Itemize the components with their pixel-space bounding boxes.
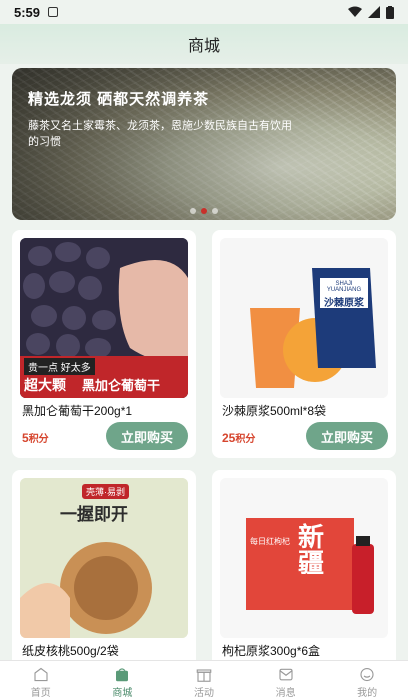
image-big-text: 超大颗 [24,375,66,395]
juice-image [220,238,388,398]
product-card[interactable]: 贵一点 好太多 超大颗 黑加仑葡萄干 黑加仑葡萄干200g*1 5积分 立即购买 [12,230,196,458]
brand-cn-text: 沙棘原浆 [324,298,364,309]
notification-icon [48,7,59,17]
tab-label: 活动 [193,688,214,699]
image-tag: 贵一点 好太多 [24,358,95,375]
price-unit: 积分 [235,434,256,445]
image-small-text: 每日红枸杞 [250,537,290,546]
buy-now-button[interactable]: 立即购买 [306,422,388,450]
status-time: 5:59 [14,4,41,20]
signal-icon [368,6,380,18]
price-value: 5 [22,431,29,445]
tab-label: 商城 [112,688,133,699]
user-icon [360,667,374,682]
buy-now-button[interactable]: 立即购买 [106,422,188,450]
tab-label: 我的 [357,688,378,699]
price-value: 25 [222,431,236,445]
wifi-icon [348,6,362,17]
image-sub-text: 黑加仑葡萄干 [82,378,161,393]
tab-profile[interactable]: 我的 [326,661,408,699]
carousel-dot[interactable] [190,208,196,214]
image-big-text: 新疆 [298,522,325,578]
image-small-text: 壳薄·易剥 [82,484,129,499]
message-icon [279,668,293,681]
product-card[interactable]: 壳薄·易剥 一握即开 纸皮核桃500g/2袋 [12,470,196,670]
product-image: 新疆 每日红枸杞 [220,478,388,638]
shopping-bag-icon [116,668,129,682]
tab-label: 消息 [275,688,296,699]
product-name: 枸杞原浆300g*6盒 [222,644,321,658]
status-bar: 5:59 [0,0,408,24]
tab-label: 首页 [30,688,51,699]
banner-description: 藤茶又名土家霉茶、龙须茶，恩施少数民族自古有饮用的习惯 [28,120,292,148]
home-icon [34,667,48,682]
price-unit: 积分 [28,434,49,445]
brand-text: SHAJI YUANJIANG [326,281,362,293]
tab-activity[interactable]: 活动 [163,661,245,699]
gift-icon [196,669,212,682]
tab-mall[interactable]: 商城 [82,661,164,699]
carousel-dot[interactable] [212,208,218,214]
product-image: SHAJI YUANJIANG 沙棘原浆 [220,238,388,398]
product-price: 5积分 [22,430,49,445]
promo-banner[interactable]: 精选龙须 硒都天然调养茶 藤茶又名土家霉茶、龙须茶，恩施少数民族自古有饮用的习惯 [12,68,396,220]
product-price: 25积分 [222,430,255,445]
tab-home[interactable]: 首页 [0,661,82,699]
tab-message[interactable]: 消息 [245,661,327,699]
image-top-text: 一握即开 [60,505,128,524]
carousel-indicator [12,208,396,214]
product-name: 沙棘原浆500ml*8袋 [222,404,327,418]
product-image: 贵一点 好太多 超大颗 黑加仑葡萄干 [20,238,188,398]
banner-title: 精选龙须 硒都天然调养茶 [28,91,210,108]
page-title: 商城 [187,38,220,55]
bottom-tab-bar: 首页 商城 活动 消息 我的 [0,660,408,699]
product-name: 黑加仑葡萄干200g*1 [22,404,133,418]
carousel-dot-active[interactable] [201,208,207,214]
product-card[interactable]: SHAJI YUANJIANG 沙棘原浆 沙棘原浆500ml*8袋 25积分 立… [212,230,396,458]
product-name: 纸皮核桃500g/2袋 [22,644,119,658]
page-header: 商城 [0,24,408,64]
product-card[interactable]: 新疆 每日红枸杞 枸杞原浆300g*6盒 [212,470,396,670]
battery-icon [386,5,394,19]
product-image: 壳薄·易剥 一握即开 [20,478,188,638]
